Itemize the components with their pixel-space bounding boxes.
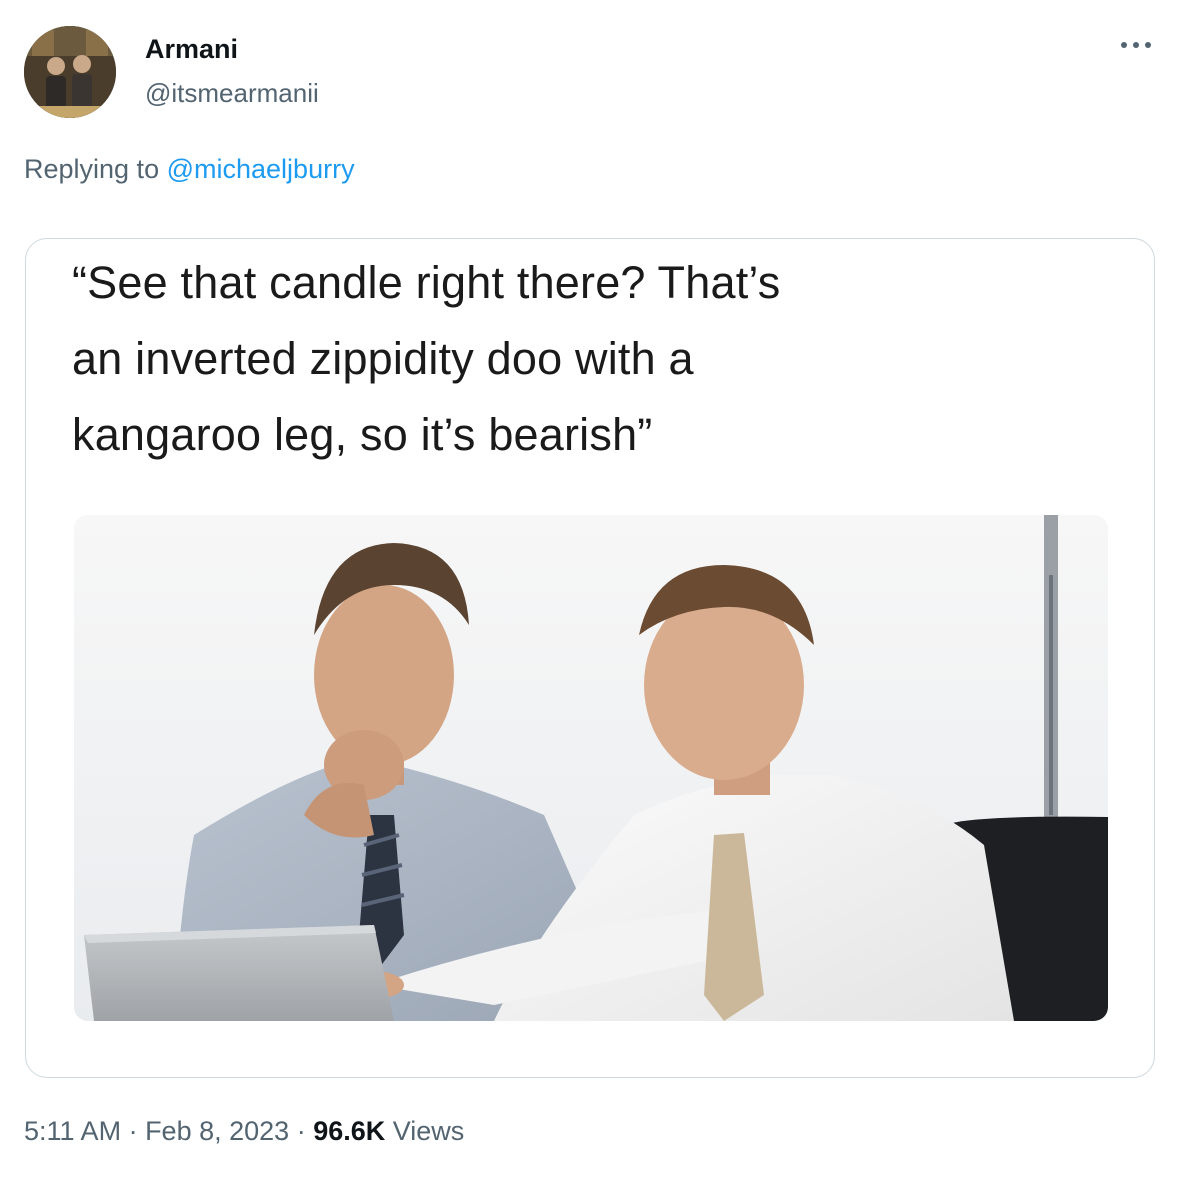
author-display-name[interactable]: Armani bbox=[145, 34, 238, 65]
views-label: Views bbox=[392, 1116, 465, 1146]
meme-caption: “See that candle right there? That’s an … bbox=[72, 245, 1142, 473]
author-avatar[interactable] bbox=[24, 26, 116, 118]
meta-separator: · bbox=[289, 1116, 314, 1146]
more-options-button[interactable] bbox=[1114, 30, 1158, 60]
meme-caption-line: “See that candle right there? That’s bbox=[72, 257, 781, 308]
meme-photo bbox=[74, 515, 1108, 1021]
office-men-photo bbox=[74, 515, 1108, 1021]
tweet-meta: 5:11 AM · Feb 8, 2023 · 96.6K Views bbox=[24, 1116, 464, 1147]
profile-photo bbox=[24, 26, 116, 118]
meme-caption-line: an inverted zippidity doo with a bbox=[72, 333, 694, 384]
replying-to: Replying to @michaeljburry bbox=[24, 154, 355, 185]
tweet-time[interactable]: 5:11 AM bbox=[24, 1116, 121, 1146]
views-count[interactable]: 96.6K bbox=[313, 1116, 385, 1146]
more-options-icon bbox=[1121, 42, 1151, 48]
meme-caption-line: kangaroo leg, so it’s bearish” bbox=[72, 409, 653, 460]
replying-to-label: Replying to bbox=[24, 154, 160, 184]
meta-separator: · bbox=[121, 1116, 146, 1146]
reply-mention-link[interactable]: @michaeljburry bbox=[167, 154, 355, 184]
tweet-media-card[interactable]: “See that candle right there? That’s an … bbox=[25, 238, 1155, 1078]
author-handle[interactable]: @itsmearmanii bbox=[145, 78, 319, 109]
tweet-date[interactable]: Feb 8, 2023 bbox=[145, 1116, 289, 1146]
